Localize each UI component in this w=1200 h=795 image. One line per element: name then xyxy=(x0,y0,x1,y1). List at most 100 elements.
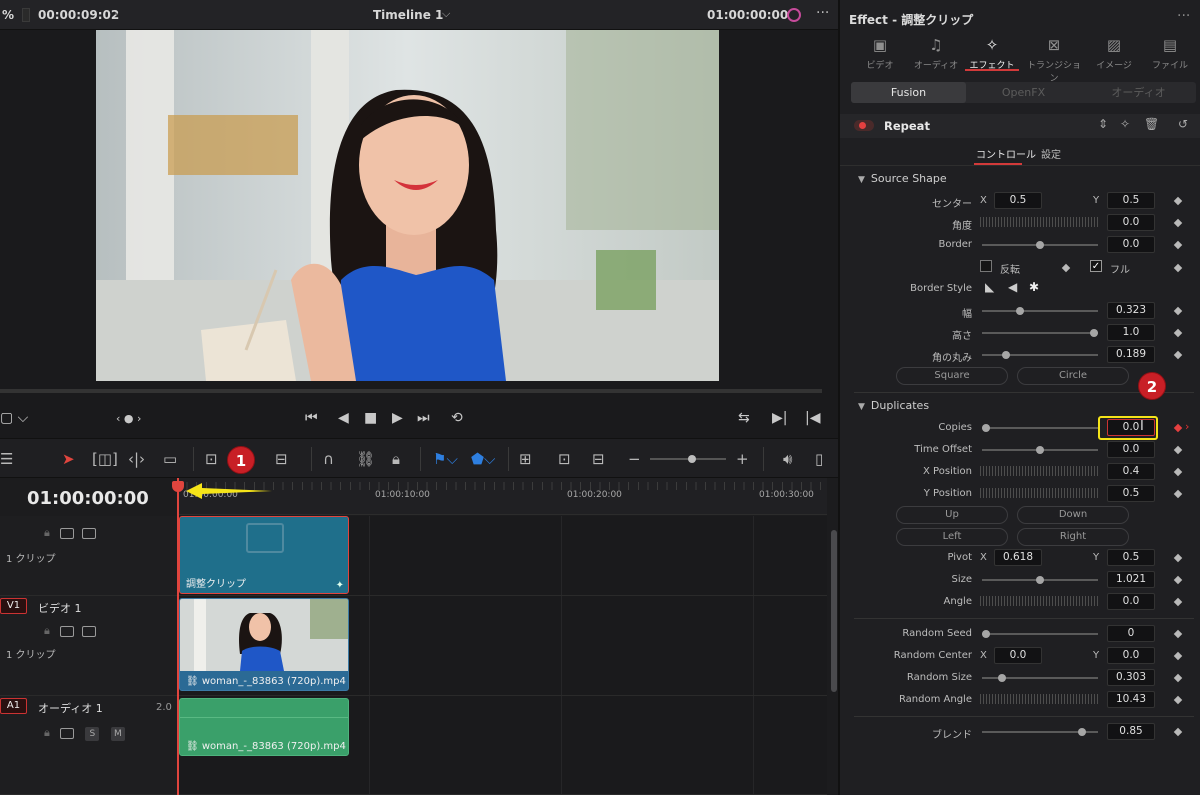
zoom-full-icon[interactable]: ⊞ xyxy=(519,450,532,468)
keyframe-icon[interactable] xyxy=(1173,575,1183,585)
blend-slider[interactable] xyxy=(982,728,1098,736)
blade-edit-icon[interactable]: ‹|› xyxy=(128,450,145,468)
more-options-icon[interactable]: ··· xyxy=(1177,8,1190,24)
tab-transition[interactable]: ⊠ トランジション xyxy=(1024,36,1084,84)
zoom-dropdown-icon[interactable] xyxy=(22,8,30,22)
random-seed-slider[interactable] xyxy=(982,630,1098,638)
border-slider[interactable] xyxy=(982,241,1098,249)
right-button[interactable]: Right xyxy=(1017,528,1129,546)
time-offset-field[interactable]: 0.0 xyxy=(1107,441,1155,458)
reverse-play-icon[interactable]: ◀ xyxy=(338,410,349,426)
roundness-field[interactable]: 0.189 xyxy=(1107,346,1155,363)
match-frame-icon[interactable]: ⇆ xyxy=(738,410,750,426)
invert-checkbox[interactable] xyxy=(980,260,992,272)
trash-icon[interactable]: 🗑︎ xyxy=(1144,117,1159,131)
tab-audio[interactable]: ♫ オーディオ xyxy=(908,36,964,71)
y-position-dial[interactable] xyxy=(980,488,1098,498)
height-slider[interactable] xyxy=(982,329,1098,337)
film-icon[interactable] xyxy=(81,527,96,539)
track-header-v1[interactable]: V1 ビデオ 1 🔒︎ 1 クリップ xyxy=(0,596,177,696)
eye-icon[interactable] xyxy=(59,527,74,539)
effect-toggle[interactable] xyxy=(854,120,874,131)
next-edit-icon[interactable]: ▶| xyxy=(772,410,787,426)
keyframe-icon[interactable] xyxy=(1173,240,1183,250)
playhead[interactable] xyxy=(177,478,179,795)
copies-slider[interactable] xyxy=(982,424,1098,432)
eye-icon[interactable] xyxy=(59,625,74,637)
audio-clip[interactable]: ⛓ woman_-_83863 (720p).mp4 xyxy=(179,698,349,756)
time-offset-slider[interactable] xyxy=(982,446,1098,454)
size-slider[interactable] xyxy=(982,576,1098,584)
subtab-settings[interactable]: 設定 xyxy=(1041,146,1061,161)
reset-icon[interactable]: ↺ xyxy=(1178,117,1188,131)
tab-effects[interactable]: ✧ エフェクト xyxy=(964,36,1020,71)
viewer-scrub-bar[interactable] xyxy=(0,389,822,393)
section-duplicates[interactable]: ▼ Duplicates xyxy=(858,399,929,412)
y-position-field[interactable]: 0.5 xyxy=(1107,485,1155,502)
keyframe-icon[interactable] xyxy=(1173,727,1183,737)
x-position-field[interactable]: 0.4 xyxy=(1107,463,1155,480)
loop-icon[interactable]: ⟲ xyxy=(451,410,463,426)
magic-wand-icon[interactable]: ✧ xyxy=(1120,117,1130,131)
angle-dial[interactable] xyxy=(980,217,1098,227)
segment-audio[interactable]: オーディオ xyxy=(1081,82,1196,103)
tab-video[interactable]: ▣ ビデオ xyxy=(852,36,908,71)
track-tag[interactable]: V1 xyxy=(0,598,27,614)
audio-meter-icon[interactable]: ▯ xyxy=(815,450,823,468)
track-tag[interactable]: A1 xyxy=(0,698,27,714)
angle-field[interactable]: 0.0 xyxy=(1107,214,1155,231)
width-slider[interactable] xyxy=(982,307,1098,315)
circle-button[interactable]: Circle xyxy=(1017,367,1129,385)
keyframe-icon[interactable] xyxy=(1173,695,1183,705)
keyframe-icon[interactable] xyxy=(1173,263,1183,273)
timeline-name[interactable]: Timeline 1 xyxy=(373,8,443,22)
random-center-x-field[interactable]: 0.0 xyxy=(994,647,1042,664)
random-center-y-field[interactable]: 0.0 xyxy=(1107,647,1155,664)
height-field[interactable]: 1.0 xyxy=(1107,324,1155,341)
random-size-slider[interactable] xyxy=(982,674,1098,682)
lock-icon[interactable]: 🔒︎ xyxy=(44,624,50,637)
keyframe-icon[interactable] xyxy=(1173,597,1183,607)
lock-icon[interactable]: 🔒︎ xyxy=(44,726,50,739)
center-x-field[interactable]: 0.5 xyxy=(994,192,1042,209)
width-field[interactable]: 0.323 xyxy=(1107,302,1155,319)
speaker-icon[interactable]: 🔊︎ xyxy=(783,450,792,468)
round-join-icon[interactable]: ✱ xyxy=(1029,280,1039,294)
border-field[interactable]: 0.0 xyxy=(1107,236,1155,253)
miter-join-icon[interactable]: ◀ xyxy=(1008,280,1017,294)
dup-angle-dial[interactable] xyxy=(980,596,1098,606)
up-button[interactable]: Up xyxy=(896,506,1008,524)
chevron-right-icon[interactable]: › xyxy=(1185,420,1189,433)
mute-button[interactable]: M xyxy=(110,727,125,741)
dup-angle-field[interactable]: 0.0 xyxy=(1107,593,1155,610)
random-seed-field[interactable]: 0 xyxy=(1107,625,1155,642)
bevel-join-icon[interactable]: ◣ xyxy=(985,280,994,294)
link-icon[interactable]: ⛓ xyxy=(356,450,375,468)
eye-icon[interactable] xyxy=(59,727,74,739)
sort-icon[interactable]: ⇕ xyxy=(1098,117,1108,131)
zoom-slider[interactable] xyxy=(650,455,726,463)
track-header-a1[interactable]: A1 オーディオ 1 2.0 🔒︎ S M xyxy=(0,696,177,795)
full-checkbox[interactable]: ✓ xyxy=(1090,260,1102,272)
keyframe-icon[interactable] xyxy=(1061,263,1071,273)
timeline-view-icon[interactable]: ☰ xyxy=(0,450,13,468)
film-icon[interactable] xyxy=(81,625,96,637)
chevron-down-icon[interactable]: ⌵ xyxy=(442,7,450,21)
lock-icon[interactable]: 🔒︎ xyxy=(44,526,50,539)
video-clip[interactable]: ⛓ woman_-_83863 (720p).mp4 xyxy=(179,598,349,691)
timeline-ruler[interactable]: 01:00:00:00 01:00:10:00 01:00:20:00 01:0… xyxy=(177,478,827,515)
timeline-scrollbar[interactable] xyxy=(831,530,837,692)
track-header-v2[interactable]: 🔒︎ 1 クリップ xyxy=(0,516,177,596)
zoom-level[interactable]: % xyxy=(2,8,14,22)
pivot-x-field[interactable]: 0.618 xyxy=(994,549,1042,566)
pivot-y-field[interactable]: 0.5 xyxy=(1107,549,1155,566)
random-angle-field[interactable]: 10.43 xyxy=(1107,691,1155,708)
adjustment-clip[interactable]: 調整クリップ ✦ xyxy=(179,516,349,594)
razor-icon[interactable]: ▭ xyxy=(163,450,177,468)
tab-image[interactable]: ▨ イメージ xyxy=(1086,36,1142,71)
square-button[interactable]: Square xyxy=(896,367,1008,385)
down-button[interactable]: Down xyxy=(1017,506,1129,524)
insert-clip-icon[interactable]: ⊡ xyxy=(205,450,218,468)
segment-fusion[interactable]: Fusion xyxy=(851,82,966,103)
left-button[interactable]: Left xyxy=(896,528,1008,546)
